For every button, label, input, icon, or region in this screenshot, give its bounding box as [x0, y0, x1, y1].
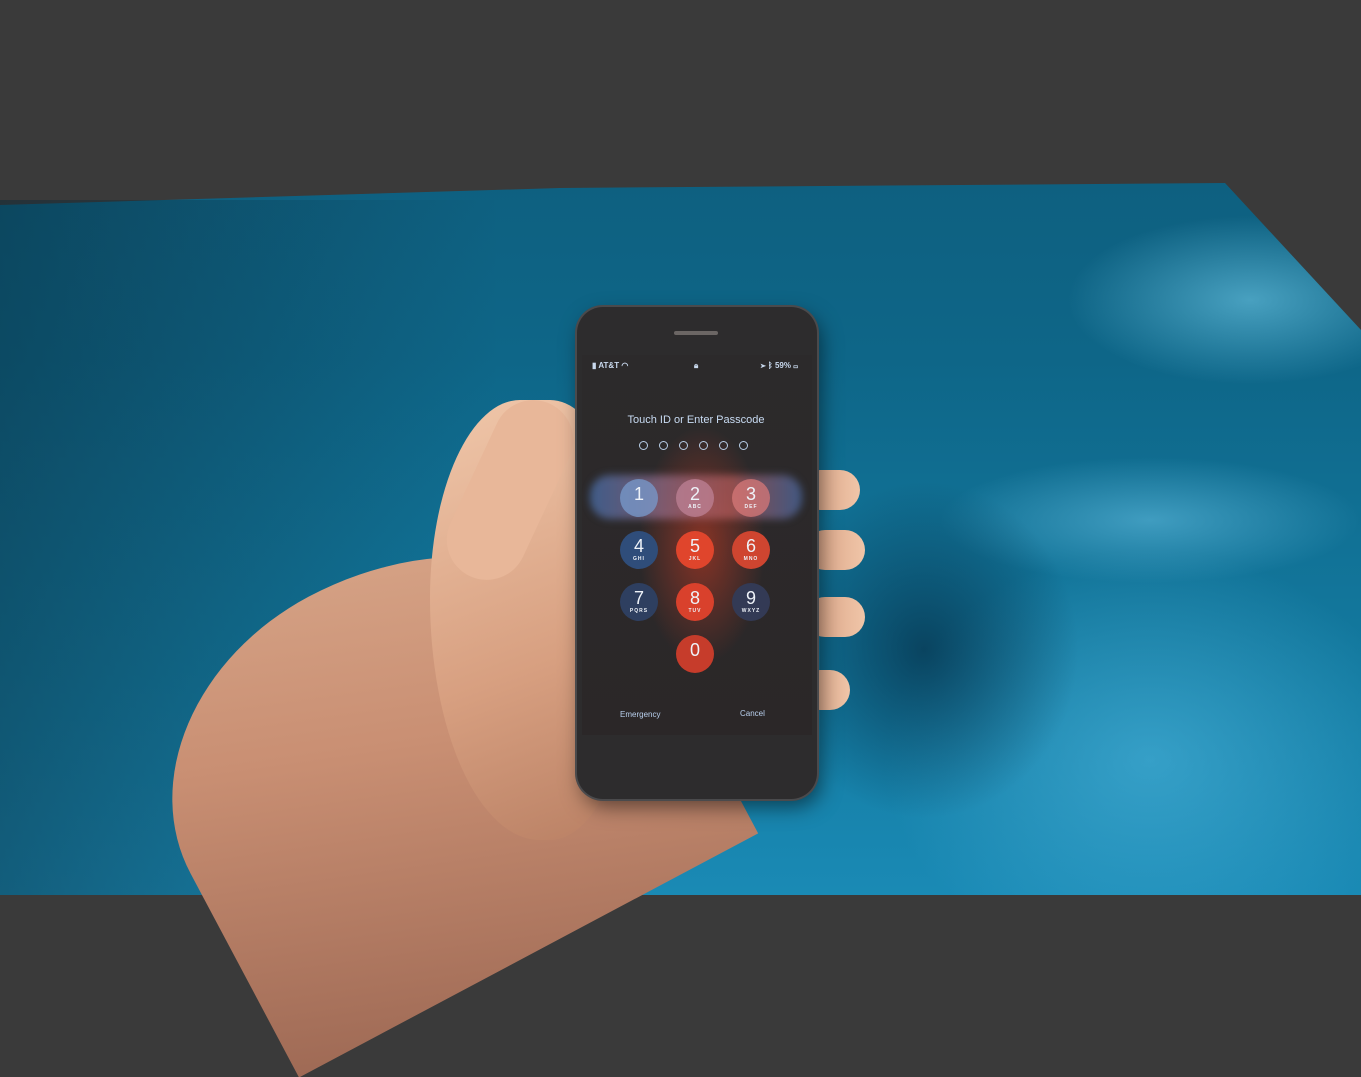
- key-2[interactable]: 2 ABC: [676, 479, 714, 517]
- bluetooth-icon: ᛒ: [767, 361, 773, 370]
- passcode-dot: [679, 441, 688, 450]
- passcode-dot: [719, 441, 728, 450]
- hand-shadow: [820, 480, 1080, 820]
- key-9[interactable]: 9 WXYZ: [732, 583, 770, 621]
- status-bar: ▮ AT&T ◠ 🔒︎ ➤ ᛒ 59% ▭: [590, 361, 802, 373]
- key-0[interactable]: 0: [676, 635, 714, 673]
- key-5[interactable]: 5 JKL: [676, 531, 714, 569]
- location-arrow-icon: ➤: [760, 361, 766, 370]
- emergency-button[interactable]: Emergency: [620, 710, 660, 719]
- cancel-button[interactable]: Cancel: [740, 709, 765, 718]
- carrier: AT&T: [598, 361, 620, 370]
- passcode-dot: [699, 441, 708, 450]
- photo-scene: ▮ AT&T ◠ 🔒︎ ➤ ᛒ 59% ▭ Touch ID or Enter …: [0, 0, 1361, 1077]
- passcode-dots: [639, 441, 748, 450]
- key-6[interactable]: 6 MNO: [732, 531, 770, 569]
- signal-icon: ▮: [592, 361, 597, 370]
- key-3[interactable]: 3 DEF: [732, 479, 770, 517]
- key-7[interactable]: 7 PQRS: [620, 583, 658, 621]
- wifi-icon: ◠: [621, 361, 629, 370]
- passcode-dot: [659, 441, 668, 450]
- passcode-dot: [639, 441, 648, 450]
- battery-percent: 59%: [774, 361, 791, 370]
- key-8[interactable]: 8 TUV: [676, 583, 714, 621]
- key-4[interactable]: 4 GHI: [620, 531, 658, 569]
- lock-icon: 🔒︎: [694, 361, 699, 370]
- passcode-dot: [739, 441, 748, 450]
- passcode-prompt: Touch ID or Enter Passcode: [627, 414, 765, 426]
- key-1[interactable]: 1: [620, 479, 658, 517]
- earpiece-speaker: [674, 331, 718, 335]
- battery-icon: ▭: [793, 361, 798, 370]
